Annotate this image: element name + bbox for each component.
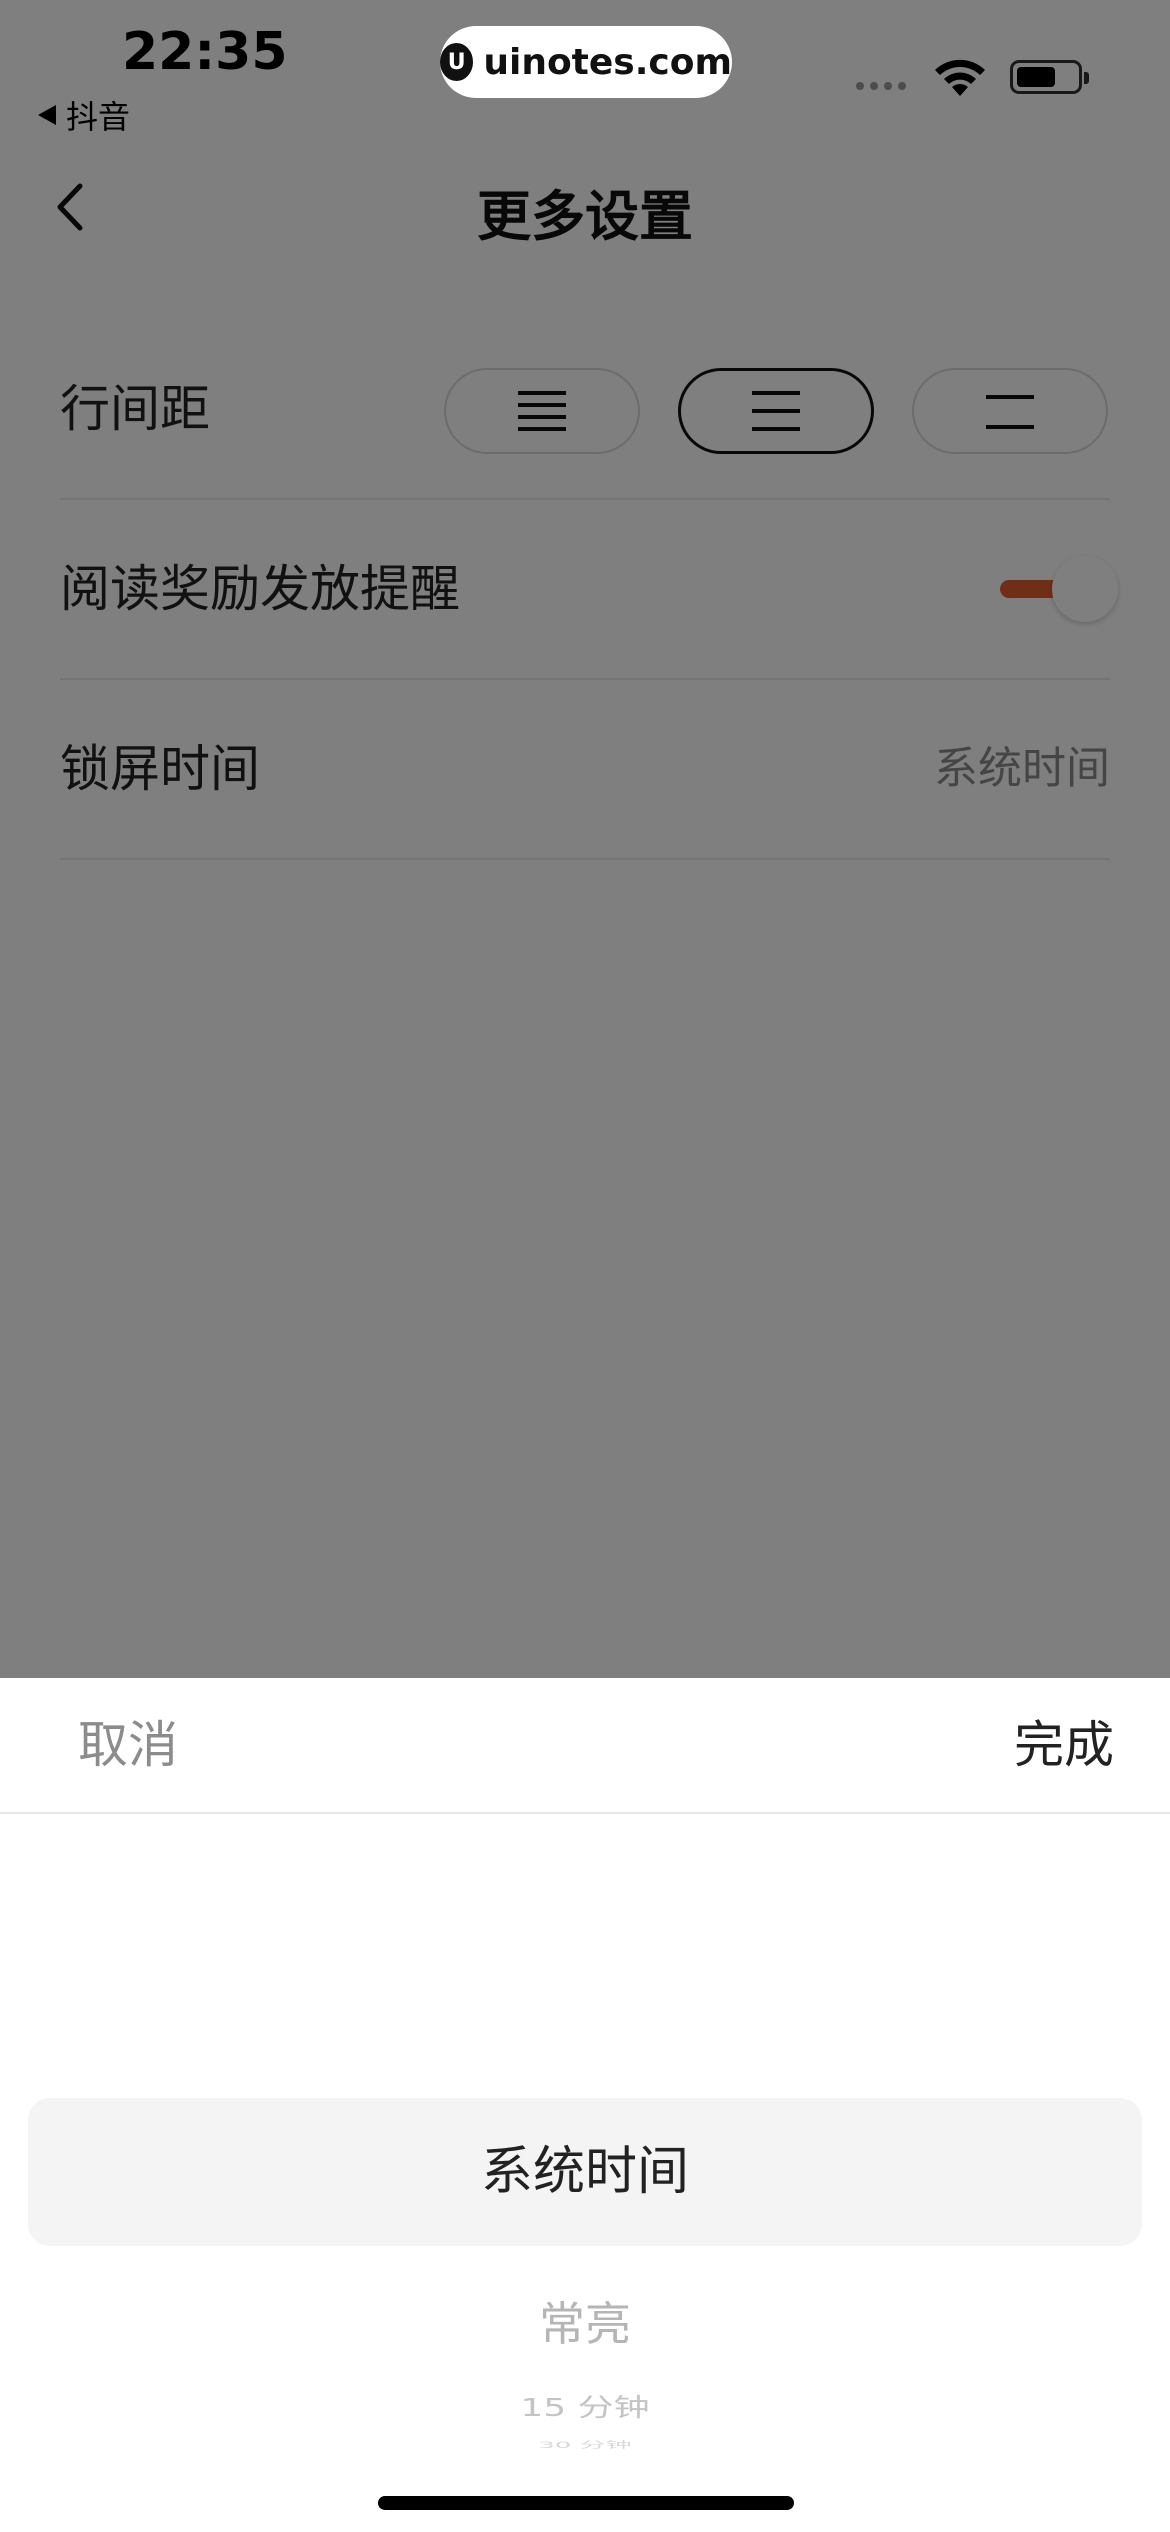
lock-time-picker-sheet: 取消 完成 系统时间 常亮 15 分钟 30 分钟	[0, 1678, 1170, 2532]
picker-header: 取消 完成	[0, 1678, 1170, 1814]
watermark-url: uinotes.com	[483, 41, 732, 83]
modal-backdrop[interactable]	[0, 0, 1170, 1678]
uinotes-logo-icon: U	[440, 43, 474, 81]
done-button[interactable]: 完成	[1014, 1678, 1114, 1812]
cancel-button[interactable]: 取消	[78, 1678, 178, 1812]
picker-option[interactable]: 常亮	[0, 2274, 1170, 2374]
picker-option[interactable]: 30 分钟	[0, 2440, 1170, 2451]
watermark-url-pill: U uinotes.com	[440, 26, 732, 98]
home-indicator	[378, 2496, 794, 2510]
picker-option-selected[interactable]: 系统时间	[0, 2098, 1170, 2246]
picker-option[interactable]: 15 分钟	[0, 2384, 1170, 2433]
